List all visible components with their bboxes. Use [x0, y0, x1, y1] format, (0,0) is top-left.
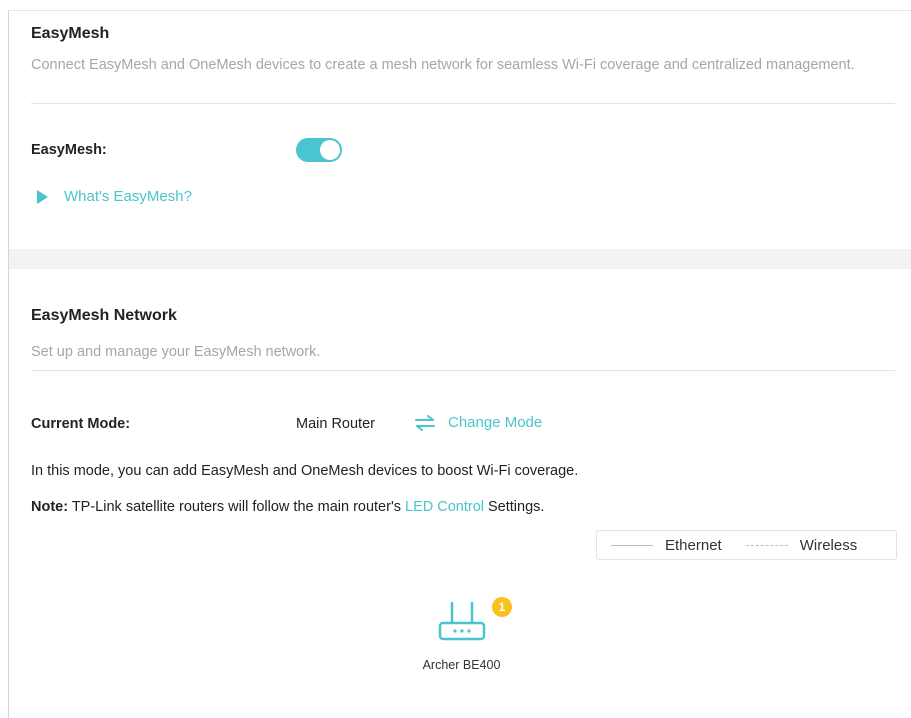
legend-ethernet-label: Ethernet [665, 536, 722, 554]
device-name: Archer BE400 [422, 658, 501, 672]
divider [31, 103, 895, 104]
easymesh-network-section: EasyMesh Network Set up and manage your … [9, 269, 911, 718]
mode-info-text: In this mode, you can add EasyMesh and O… [31, 463, 579, 479]
easymesh-section: EasyMesh Connect EasyMesh and OneMesh de… [9, 11, 911, 249]
change-mode-label: Change Mode [448, 414, 543, 431]
legend-wireless-label: Wireless [799, 536, 858, 554]
current-mode-label: Current Mode: [31, 416, 131, 432]
section-description: Set up and manage your EasyMesh network. [31, 344, 321, 360]
whats-easymesh-label: What's EasyMesh? [64, 188, 192, 205]
notification-badge: 1 [492, 597, 512, 617]
wireless-line-sample [745, 544, 788, 546]
change-mode-button[interactable]: Change Mode [414, 414, 542, 431]
section-title: EasyMesh [31, 25, 110, 42]
router-icon [438, 601, 485, 641]
section-description: Connect EasyMesh and OneMesh devices to … [31, 57, 855, 73]
toggle-knob [320, 140, 340, 160]
ethernet-line-sample [611, 544, 653, 546]
led-control-link[interactable]: LED Control [405, 499, 484, 515]
whats-easymesh-link[interactable]: What's EasyMesh? [37, 188, 192, 205]
topology-legend: Ethernet Wireless [596, 530, 897, 560]
easymesh-toggle-label: EasyMesh: [31, 142, 107, 158]
note-text: Note: TP-Link satellite routers will fol… [31, 499, 544, 515]
note-body: TP-Link satellite routers will follow th… [68, 499, 405, 515]
note-prefix: Note: [31, 499, 69, 515]
easymesh-page: EasyMesh Connect EasyMesh and OneMesh de… [8, 10, 911, 718]
easymesh-toggle[interactable] [296, 138, 342, 162]
divider [31, 370, 895, 371]
swap-arrows-icon [415, 414, 435, 431]
section-title: EasyMesh Network [31, 307, 177, 324]
note-suffix: Settings. [483, 499, 545, 515]
section-separator [9, 249, 911, 269]
triangle-right-icon [37, 189, 48, 204]
current-mode-value: Main Router [296, 416, 375, 432]
